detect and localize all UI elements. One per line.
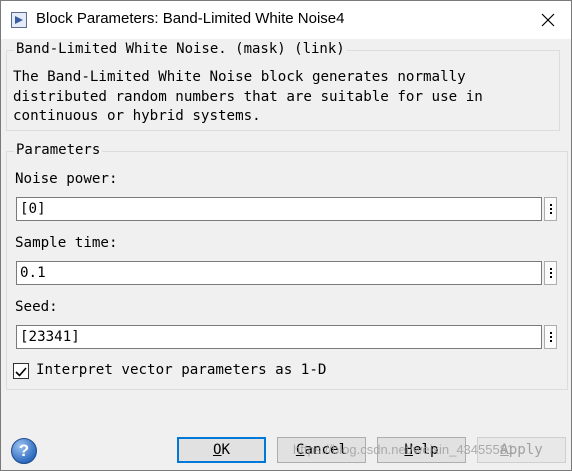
ellipsis-icon: [549, 332, 552, 334]
interpret-vector-label: Interpret vector parameters as 1-D: [36, 362, 327, 378]
block-parameters-icon: [11, 12, 27, 28]
title-bar: Block Parameters: Band-Limited White Noi…: [1, 1, 571, 39]
mask-description: The Band-Limited White Noise block gener…: [13, 69, 483, 124]
window-title: Block Parameters: Band-Limited White Noi…: [36, 10, 345, 27]
close-icon: [541, 13, 555, 27]
seed-label: Seed:: [15, 299, 58, 315]
sample-time-edit-button[interactable]: [544, 261, 557, 285]
sample-time-label: Sample time:: [15, 235, 118, 251]
noise-power-input[interactable]: [0]: [16, 197, 542, 221]
checkmark-icon: [15, 367, 27, 377]
ellipsis-icon: [549, 204, 552, 206]
mask-heading: Band-Limited White Noise. (mask) (link): [14, 41, 347, 57]
ok-button[interactable]: OK: [177, 437, 266, 463]
interpret-vector-checkbox[interactable]: [13, 363, 29, 379]
noise-power-label: Noise power:: [15, 171, 118, 187]
close-button[interactable]: [525, 1, 571, 39]
parameters-heading: Parameters: [14, 142, 103, 158]
help-icon[interactable]: ?: [11, 438, 37, 464]
seed-edit-button[interactable]: [544, 325, 557, 349]
ok-mnemonic: O: [212, 442, 222, 458]
ellipsis-icon: [549, 268, 552, 270]
seed-input[interactable]: [23341]: [16, 325, 542, 349]
sample-time-input[interactable]: 0.1: [16, 261, 542, 285]
watermark-text: https://blog.csdn.net/weixin_43455581: [293, 442, 515, 457]
dialog-window: Block Parameters: Band-Limited White Noi…: [0, 0, 572, 471]
ok-label: K: [221, 442, 231, 458]
noise-power-edit-button[interactable]: [544, 197, 557, 221]
